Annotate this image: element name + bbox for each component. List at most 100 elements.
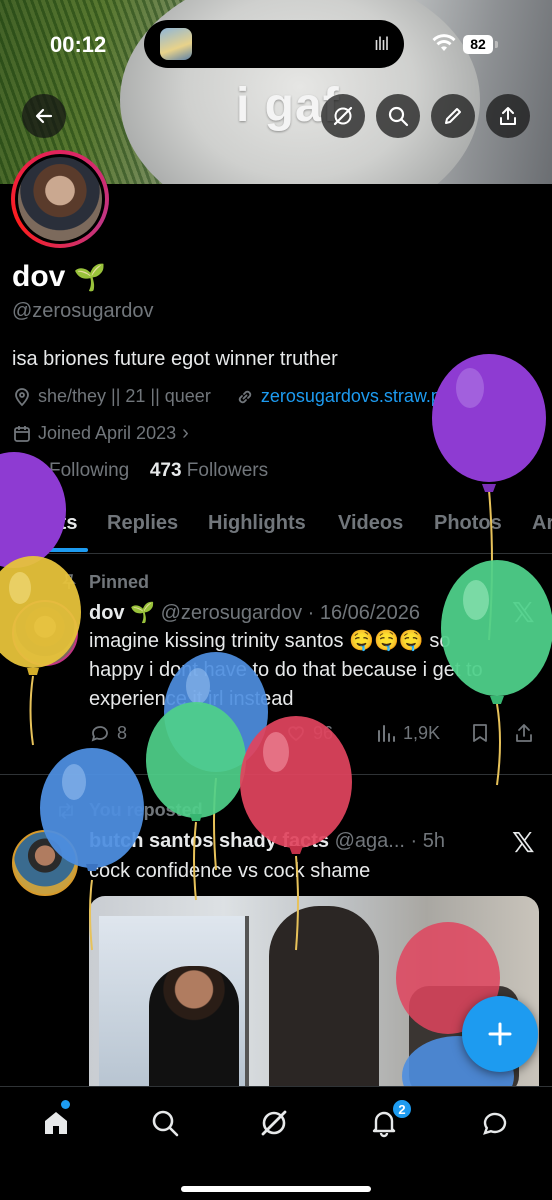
- edit-profile-button[interactable]: [431, 94, 475, 138]
- profile-bio: isa briones future egot winner truther: [12, 348, 338, 370]
- search-icon: [388, 106, 409, 127]
- nav-messages[interactable]: [475, 1103, 515, 1143]
- post-author-avatar[interactable]: [12, 600, 78, 666]
- search-icon: [152, 1110, 179, 1137]
- tab-videos[interactable]: Videos: [338, 512, 403, 535]
- post-text-line: happy i dont have to do that because i g…: [89, 659, 483, 681]
- post-actions: 8 96 1,9K: [89, 722, 539, 752]
- grok-icon: [261, 1110, 287, 1136]
- profile-pronouns: she/they || 21 || queer: [38, 386, 211, 406]
- tab-articles[interactable]: Ar: [532, 512, 552, 535]
- views-icon: [378, 725, 395, 742]
- link-icon: [238, 390, 251, 403]
- nav-grok[interactable]: [254, 1103, 294, 1143]
- active-tab-indicator: [18, 548, 88, 552]
- nav-home[interactable]: [36, 1103, 76, 1143]
- joined-date: Joined April 2023: [38, 423, 177, 443]
- share-icon: [516, 724, 532, 742]
- x-logo-icon: 𝕏: [512, 827, 535, 858]
- post-handle-time: @aga... · 5h: [334, 830, 445, 852]
- avatar-image: [18, 157, 102, 241]
- views-count: 1,9K: [403, 722, 441, 743]
- reply-icon: [91, 726, 108, 742]
- nav-search[interactable]: [145, 1103, 185, 1143]
- share-icon: [500, 107, 516, 125]
- edit-icon: [445, 108, 461, 124]
- follow-stats: 248 Following 473 Followers: [12, 460, 268, 482]
- reply-button[interactable]: 8: [89, 722, 127, 744]
- repost-icon: [59, 803, 73, 819]
- share-post-button[interactable]: [513, 722, 535, 744]
- like-button[interactable]: 96: [285, 722, 333, 744]
- avatar-border: [15, 154, 105, 244]
- chevron-right-icon: ›: [182, 422, 189, 444]
- followers-stat[interactable]: 473 Followers: [150, 460, 268, 481]
- dynamic-island[interactable]: ılıl: [144, 20, 404, 68]
- grok-icon: [333, 106, 353, 126]
- home-icon: [45, 1112, 67, 1134]
- repost-label: You reposted: [89, 800, 203, 820]
- heart-icon: [288, 726, 304, 742]
- battery-tip: [495, 41, 498, 48]
- plus-icon: [488, 1022, 512, 1046]
- bottom-nav: 2: [0, 1086, 552, 1200]
- post-text: cock confidence vs cock shame: [89, 860, 371, 882]
- status-time: 00:12: [50, 32, 107, 57]
- followers-count: 473: [149, 460, 182, 481]
- display-name: dov 🌱: [12, 260, 106, 294]
- post-author-avatar[interactable]: [12, 830, 78, 896]
- search-button[interactable]: [376, 94, 420, 138]
- post-author-name[interactable]: dov: [89, 602, 125, 624]
- back-button[interactable]: [22, 94, 66, 138]
- grok-button[interactable]: [321, 94, 365, 138]
- reply-count: 8: [117, 722, 128, 743]
- post-author-emoji: 🌱: [130, 602, 156, 624]
- post-text-line: imagine kissing trinity santos 🤤🤤🤤 so: [89, 630, 451, 652]
- battery-indicator: 82: [463, 35, 493, 54]
- tab-replies[interactable]: Replies: [107, 512, 178, 535]
- profile-website-link[interactable]: zerosugardovs.straw.page: [261, 386, 471, 407]
- following-count: 248: [12, 460, 44, 481]
- following-label: Following: [48, 460, 130, 481]
- tab-highlights[interactable]: Highlights: [208, 512, 306, 535]
- pinned-label: Pinned: [89, 572, 150, 592]
- post-header: butch santos shady facts @aga... · 5h: [89, 830, 445, 853]
- share-button[interactable]: [486, 94, 530, 138]
- compose-post-button[interactable]: [462, 996, 538, 1072]
- post-media-image[interactable]: [89, 896, 539, 1096]
- post-header: dov 🌱 @zerosugardov · 16/06/2026: [89, 600, 420, 625]
- back-arrow-icon: [35, 108, 53, 124]
- post-text: imagine kissing trinity santos 🤤🤤🤤 so ha…: [89, 627, 519, 714]
- wifi-icon: [432, 34, 456, 51]
- audio-wave-icon: ılıl: [374, 34, 389, 54]
- home-indicator: [181, 1186, 371, 1192]
- following-stat[interactable]: 248 Following: [12, 460, 135, 481]
- media-horse: [269, 906, 379, 1096]
- media-person: [149, 966, 239, 1096]
- profile-meta-row: she/they || 21 || queer zerosugardovs.st…: [12, 386, 471, 407]
- profile-avatar[interactable]: [11, 150, 109, 248]
- post-handle-date: @zerosugardov · 16/06/2026: [160, 602, 420, 624]
- tab-photos[interactable]: Photos: [434, 512, 502, 535]
- seedling-emoji: 🌱: [73, 262, 107, 292]
- location-pin-icon: [15, 387, 29, 406]
- post-text-line: experience it irl instead: [89, 688, 294, 710]
- profile-handle: @zerosugardov: [12, 300, 154, 322]
- display-name-text: dov: [12, 260, 66, 293]
- post-author-name[interactable]: butch santos shady facts: [89, 830, 329, 852]
- bookmark-icon: [473, 724, 487, 742]
- notifications-badge: 2: [392, 1099, 412, 1119]
- home-unread-dot: [61, 1100, 70, 1109]
- joined-row[interactable]: Joined April 2023 ›: [12, 422, 189, 445]
- chat-bubble-icon: [483, 1112, 507, 1135]
- like-count: 96: [313, 722, 334, 743]
- followers-label: Followers: [186, 460, 269, 481]
- bookmark-button[interactable]: [469, 722, 491, 744]
- views-button[interactable]: 1,9K: [375, 722, 440, 744]
- tab-posts[interactable]: Posts: [23, 512, 77, 535]
- post-divider: [0, 774, 552, 775]
- profile-tabs: Posts Replies Highlights Videos Photos A…: [0, 500, 552, 554]
- calendar-icon: [14, 425, 30, 442]
- pin-icon: [62, 574, 76, 589]
- x-logo-icon: 𝕏: [512, 597, 535, 628]
